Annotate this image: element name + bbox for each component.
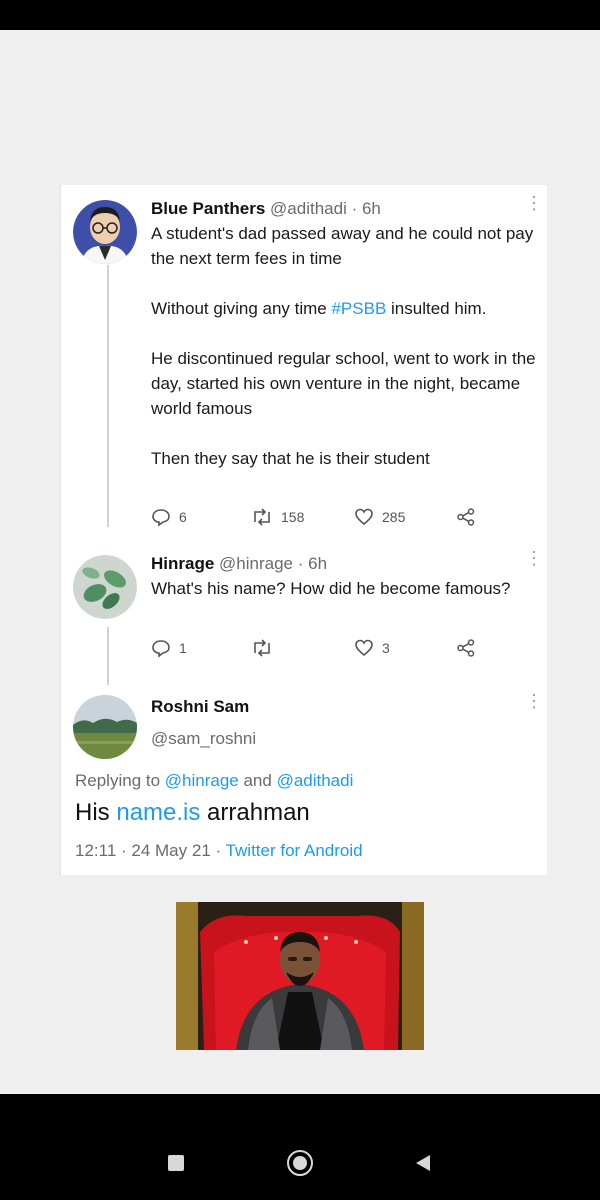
replying-to: Replying to @hinrage and @adithadi <box>75 771 354 790</box>
reply-icon <box>152 640 170 658</box>
share-button[interactable] <box>456 507 476 527</box>
user-handle[interactable]: @hinrage <box>219 554 293 573</box>
like-count: 285 <box>382 509 406 525</box>
tweet-text: A student's dad passed away and he could… <box>151 221 541 496</box>
tweet-text-segment: insulted him. <box>386 299 487 318</box>
reply-count: 1 <box>179 640 187 656</box>
reply-button[interactable]: 1 <box>151 638 187 658</box>
more-options-icon[interactable]: ⋮ <box>525 692 543 710</box>
main-tweet-text: His name.is arrahman <box>75 799 310 826</box>
avatar[interactable] <box>73 555 137 619</box>
heart-icon <box>355 639 373 657</box>
reply-button[interactable]: 6 <box>151 507 187 527</box>
heart-icon <box>355 508 373 526</box>
share-icon <box>457 508 475 526</box>
avatar-plant-photo-icon <box>73 555 137 619</box>
retweet-icon <box>254 508 270 526</box>
status-bar <box>0 0 600 30</box>
sticker-photo <box>176 902 424 1050</box>
tweet-timestamp: 12:11 · 24 May 21 · Twitter for Android <box>75 841 363 860</box>
retweet-button[interactable] <box>251 638 281 658</box>
tweet-blue-panthers[interactable]: Blue Panthers @adithadi · 6h ⋮ A student… <box>61 185 547 540</box>
avatar[interactable] <box>73 200 137 264</box>
retweet-icon <box>254 639 270 657</box>
display-name[interactable]: Blue Panthers <box>151 199 265 218</box>
like-count: 3 <box>382 640 390 656</box>
square-icon[interactable] <box>168 1155 184 1171</box>
story-canvas: Blue Panthers @adithadi · 6h ⋮ A student… <box>0 30 600 1094</box>
share-button[interactable] <box>456 638 476 658</box>
circle-icon[interactable] <box>287 1150 313 1176</box>
like-button[interactable]: 285 <box>354 507 405 527</box>
tweet-text-segment: Without giving any time <box>151 299 332 318</box>
hashtag-link[interactable]: #PSBB <box>331 299 386 318</box>
share-icon <box>457 639 475 657</box>
tweet-roshni-sam[interactable]: Roshni Sam @sam_roshni ⋮ Replying to @hi… <box>61 685 547 875</box>
triangle-back-icon[interactable] <box>414 1154 432 1172</box>
tweet-time: · 6h <box>297 554 328 573</box>
retweet-button[interactable]: 158 <box>251 507 304 527</box>
avatar-illustration-icon <box>73 200 137 264</box>
reply-icon <box>152 509 170 527</box>
tweet-actions: 1 3 <box>151 638 491 662</box>
person-on-red-chair-photo-icon <box>176 902 424 1050</box>
tweet-screenshot-card: Blue Panthers @adithadi · 6h ⋮ A student… <box>60 185 547 875</box>
tweet-header: Hinrage @hinrage · 6h <box>151 554 327 574</box>
tweet-hinrage[interactable]: Hinrage @hinrage · 6h ⋮ What's his name?… <box>61 540 547 675</box>
tweet-paragraph: A student's dad passed away and he could… <box>151 224 534 268</box>
tweet-paragraph: He discontinued regular school, went to … <box>151 349 536 418</box>
user-handle[interactable]: @adithadi <box>270 199 347 218</box>
tweet-paragraph: Then they say that he is their student <box>151 449 430 468</box>
more-options-icon[interactable]: ⋮ <box>525 194 543 212</box>
retweet-count: 158 <box>281 509 305 525</box>
tweet-text: What's his name? How did he become famou… <box>151 579 511 598</box>
display-name[interactable]: Hinrage <box>151 554 214 573</box>
avatar[interactable] <box>73 695 137 759</box>
display-name[interactable]: Roshni Sam <box>151 697 249 717</box>
mention-link[interactable]: @adithadi <box>277 771 354 790</box>
tweet-actions: 6 158 285 <box>151 507 491 531</box>
android-navigation-bar <box>0 1094 600 1200</box>
avatar-landscape-photo-icon <box>73 695 137 759</box>
auto-link[interactable]: name.is <box>116 799 200 826</box>
reply-count: 6 <box>179 509 187 525</box>
tweet-source-link[interactable]: Twitter for Android <box>226 841 363 860</box>
mention-link[interactable]: @hinrage <box>165 771 239 790</box>
tweet-time: · 6h <box>351 199 381 218</box>
tweet-header: Blue Panthers @adithadi · 6h <box>151 199 381 219</box>
more-options-icon[interactable]: ⋮ <box>525 549 543 567</box>
like-button[interactable]: 3 <box>354 638 390 658</box>
tweet-paragraph: Without giving any time #PSBB insulted h… <box>151 296 541 321</box>
user-handle[interactable]: @sam_roshni <box>151 729 256 749</box>
